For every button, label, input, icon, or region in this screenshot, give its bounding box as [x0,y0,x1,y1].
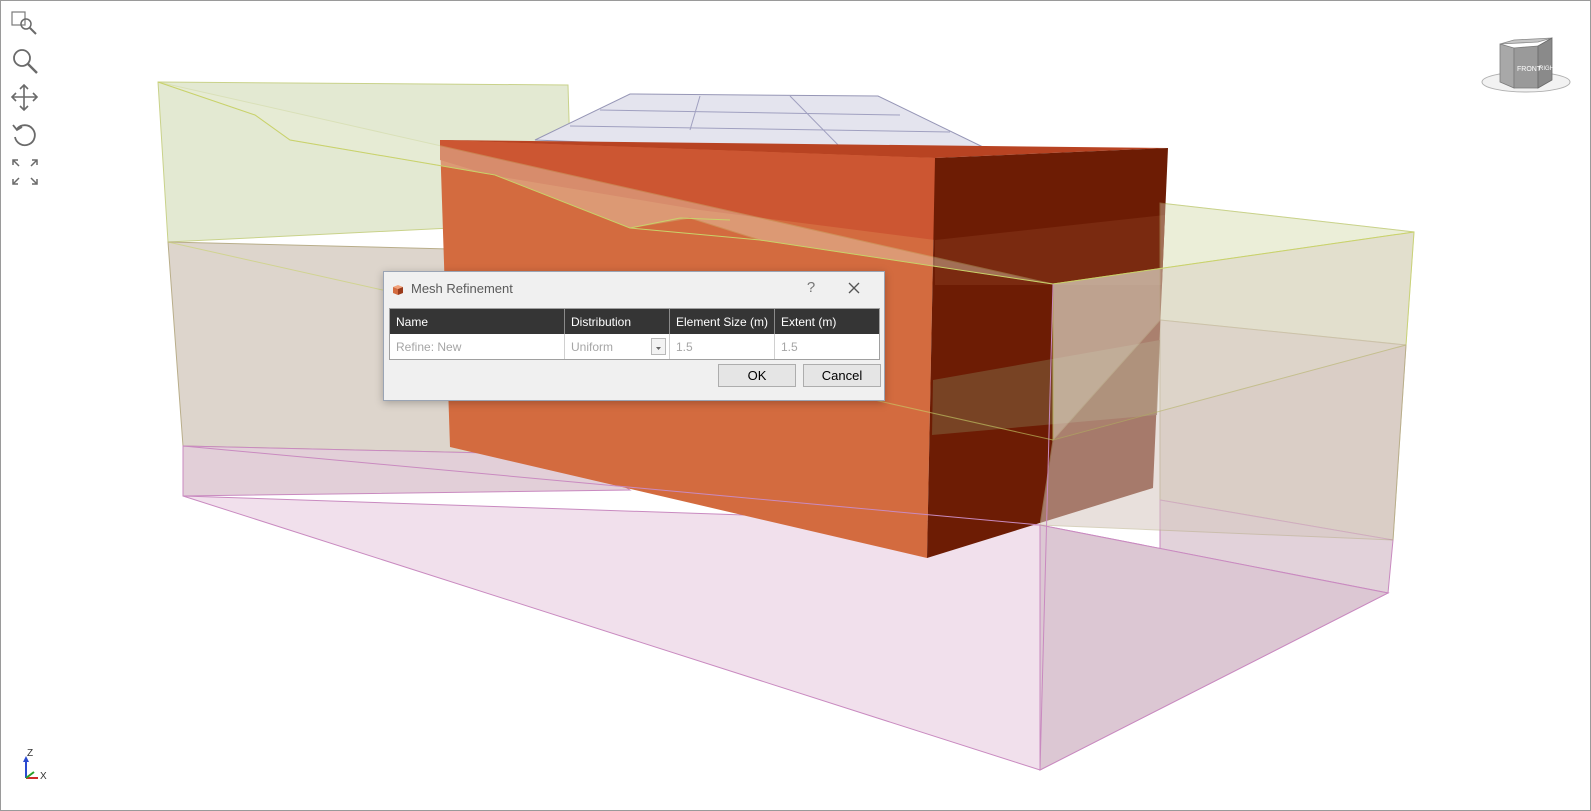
axis-z-label: Z [27,748,33,759]
refinement-table: Name Distribution Element Size (m) Exten… [389,308,880,360]
column-header-distribution[interactable]: Distribution [565,309,670,334]
axis-triad: Z X [14,748,54,788]
3d-viewport[interactable] [0,0,1591,811]
view-cube[interactable]: FRONT RIGHT [1480,36,1576,98]
rotate-icon[interactable] [10,120,40,150]
close-icon[interactable] [842,278,866,298]
zoom-extents-icon[interactable] [10,157,40,187]
name-cell[interactable]: Refine: New [390,334,565,359]
mesh-refinement-dialog: Mesh Refinement ? Name Distribution Elem… [383,271,885,401]
dropdown-button[interactable] [651,338,666,355]
table-row: Refine: New Uniform 1.5 1.5 [390,334,879,359]
zoom-window-icon[interactable] [10,8,40,38]
distribution-select[interactable]: Uniform [565,334,670,359]
distribution-value: Uniform [571,340,614,354]
dialog-title-bar[interactable]: Mesh Refinement ? [384,272,884,306]
help-button[interactable]: ? [801,278,821,298]
axis-x-label: X [40,771,47,782]
column-header-name[interactable]: Name [390,309,565,334]
column-header-element-size[interactable]: Element Size (m) [670,309,775,334]
table-header: Name Distribution Element Size (m) Exten… [390,309,879,334]
viewcube-right-label: RIGHT [1539,66,1558,72]
column-header-extent[interactable]: Extent (m) [775,309,879,334]
element-size-cell[interactable]: 1.5 [670,334,775,359]
pan-icon[interactable] [10,83,40,113]
cancel-button[interactable]: Cancel [803,364,881,387]
ok-button[interactable]: OK [718,364,796,387]
mesh-refinement-icon [392,283,404,295]
zoom-icon[interactable] [10,46,40,76]
extent-cell[interactable]: 1.5 [775,334,879,359]
chevron-down-icon [656,347,661,350]
dialog-title: Mesh Refinement [411,281,513,296]
